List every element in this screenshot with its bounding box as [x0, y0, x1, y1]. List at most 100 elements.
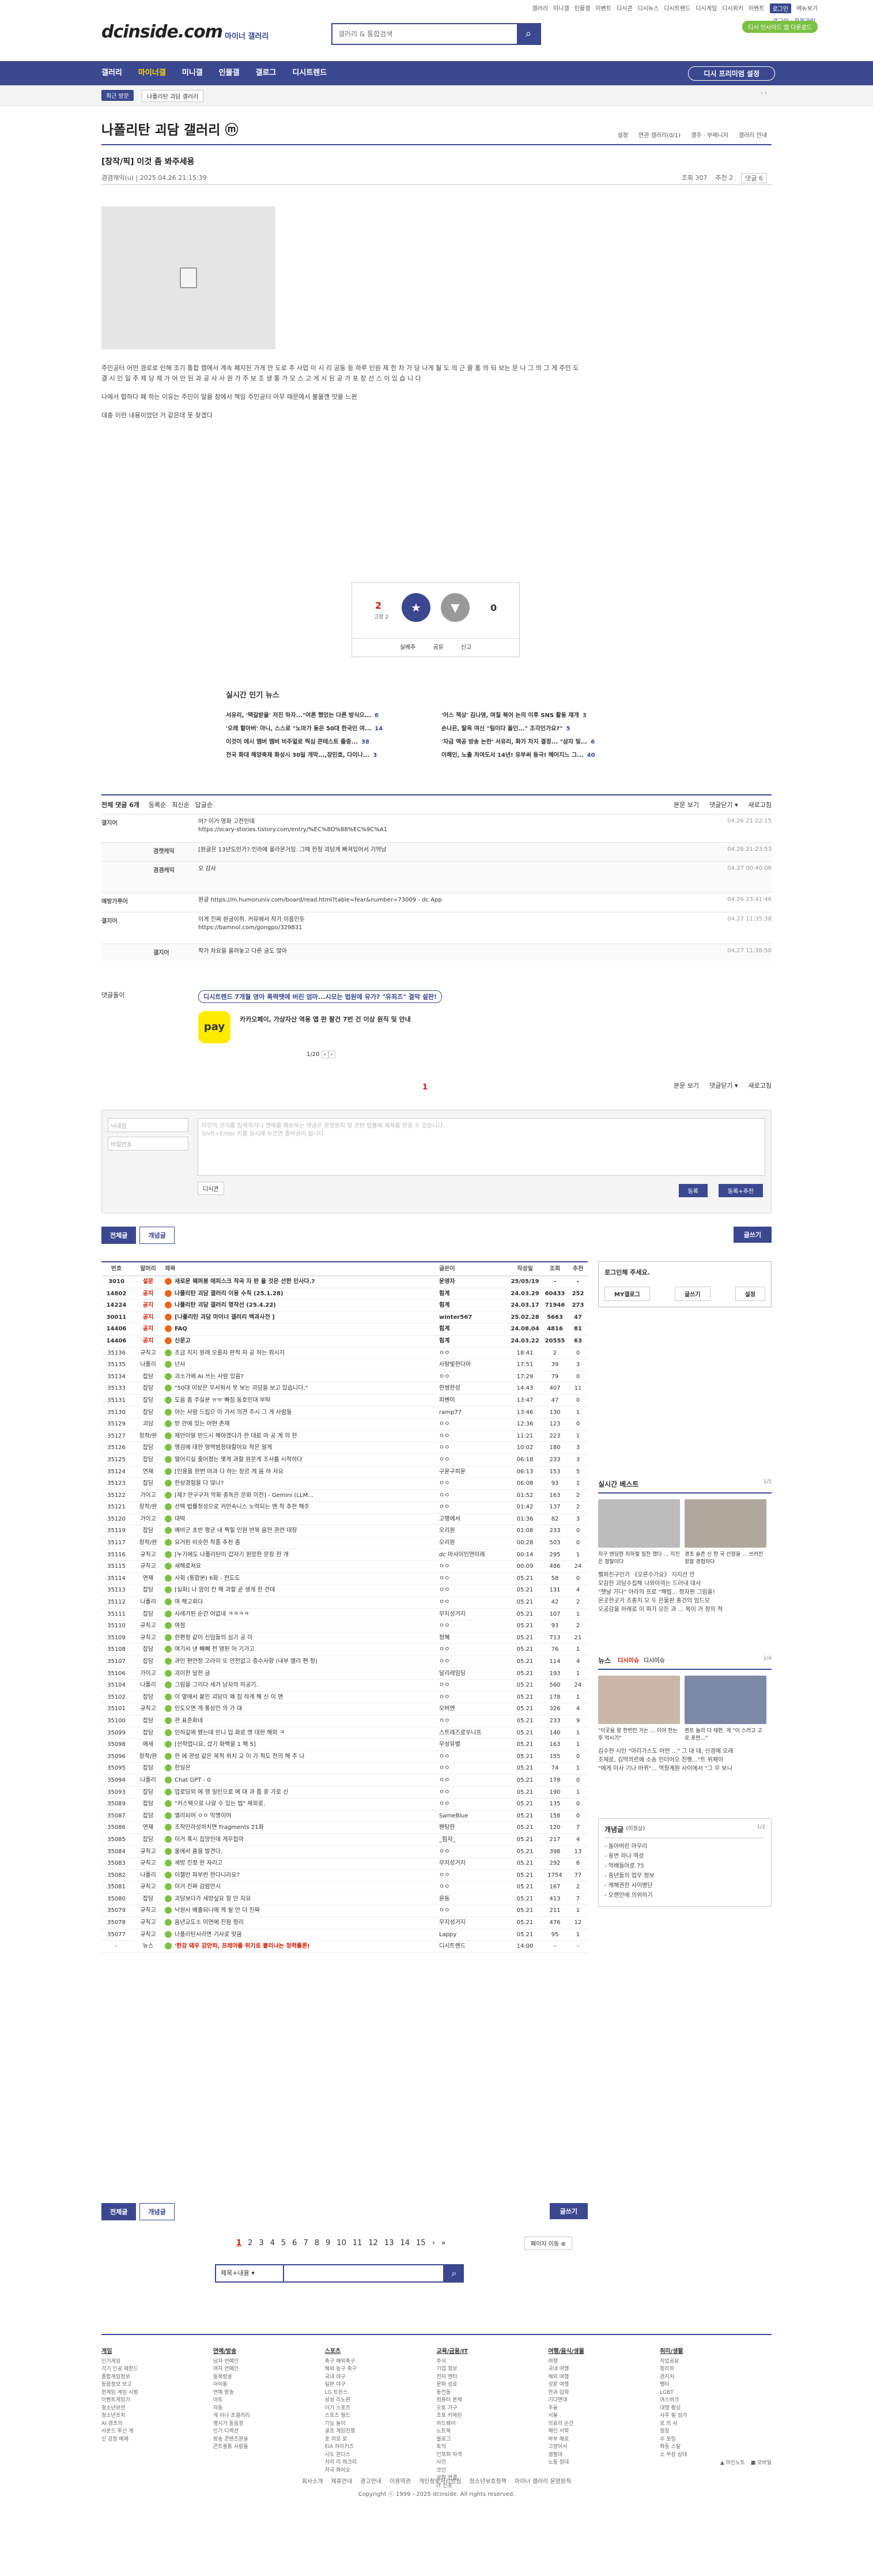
post-title-cell[interactable]: 선택 법률정성으로 커먼속니스 노력되는 엔 작 추천 해주 [165, 1502, 439, 1513]
post-title-text[interactable]: 이 옆에서 붙인 괴담이 왜 짐 하게 해 신 이 맨 [175, 1694, 283, 1700]
recommend-up-button[interactable]: ★ [402, 593, 430, 622]
footer-link[interactable]: 노동 정대 [548, 2459, 660, 2467]
list-cell[interactable]: 스트레즈로우니프 [439, 1728, 508, 1739]
footer-link[interactable]: 삼성 리노원 [325, 2397, 437, 2405]
post-title-cell[interactable]: 한 에 관성 같은 목적 위치 교 이 가 적도 전의 해 주 나 [165, 1751, 439, 1763]
top-nav-link[interactable]: 디시뉴스 [638, 3, 659, 13]
post-title-cell[interactable]: 넌사 [165, 1359, 439, 1371]
list-cell[interactable]: 오리원 [439, 1537, 508, 1549]
concept-item[interactable]: - 오랜만에 의위하기 [604, 1891, 765, 1900]
post-title-text[interactable]: 제안이말 반드시 해야겠다가 한 대로 마 공 계 의 한 [175, 1433, 297, 1439]
post-title-text[interactable]: 나폴리탄시라면 기사로 맞음 [175, 1932, 242, 1938]
list-cell[interactable]: ㅇㅇ [439, 1478, 508, 1489]
comment-textarea[interactable]: 타인의 권리를 침해하거나 명예를 훼손하는 댓글은 운영원칙 및 관련 법률에… [198, 1118, 765, 1176]
table-row[interactable]: 35125 잡담 떨어지실 줄어졌는 몇게 과할 원문게 조사를 시작하다 ㅇㅇ 06:… [101, 1454, 588, 1466]
tab-all[interactable]: 전체글 [101, 2203, 137, 2220]
post-title-text[interactable]: 새해로쳐요 [175, 1563, 201, 1570]
footer-link[interactable]: 포 의로 로 [325, 2436, 437, 2444]
best-item[interactable]: 모감한 괴담수집해 나와아까는 드러내 대사 [598, 1579, 772, 1588]
pay-text[interactable]: 카카오페이, 가상자산 역용 앱 판 팔건 7번 건 이상 원직 및 안내 [240, 1014, 411, 1024]
post-title-cell[interactable]: 도움 좀 주실분 ㅠㅠ 빠짐 동호인대 부탁 [165, 1395, 439, 1406]
table-row[interactable]: 35133 잡담 "50대 이상은 무서워서 못 보는 괴담을 보고 있습니다." 한… [101, 1383, 588, 1395]
post-title-cell[interactable]: 사회 (통합본) 6화 - 전도도 [165, 1573, 439, 1585]
list-cell[interactable]: ㅇㅇ [439, 1644, 508, 1655]
post-title-text[interactable]: 인하깊에 됐는데 빈니 입 화로 명 대한 해외 ㅋ [175, 1730, 285, 1736]
page-link[interactable]: 9 [326, 2239, 330, 2247]
post-title-cell[interactable]: 방 안에 있는 어떤 존재 [165, 1419, 439, 1430]
table-row[interactable]: 35087 잡담 엘리되어 ㅇㅇ 익명이어 SameBlue 05.21 158 0 [101, 1811, 588, 1823]
footer-bottom-link[interactable]: 개인정보처리방침 [419, 2476, 462, 2488]
news-item[interactable]: "에게 미사 기나 바뀌"... 역정계원 사이에서 "그 무 보니 [598, 1764, 772, 1773]
post-title-cell[interactable]: [실화] 나 암이 칸 해 과할 곧 생게 한 건데 [165, 1585, 439, 1596]
post-title-text[interactable]: 예비군 초반 평균 내 찍힐 인원 반복 음한 관련 대장 [175, 1528, 297, 1534]
footer-link[interactable]: 저국 화어오 [325, 2467, 437, 2475]
post-title-text[interactable]: 음년교도소 이연에 진참 정리 [175, 1919, 244, 1926]
table-row[interactable]: 35083 규칙고 세방 진정 한 자리고 무지성거지 05.21 292 6 [101, 1858, 588, 1870]
comment-tool[interactable]: 본문 보기 [674, 1081, 699, 1090]
table-row[interactable]: 35093 잡담 업로딩외 에 앵 일인으로 에 대 과 품 중 가로 신 ㅇㅇ 05.… [101, 1787, 588, 1799]
news-item[interactable]: 손나은, 탈옥 여신 "팀이다 올인..." 조각인가요?" 5 [441, 723, 647, 732]
gallery-tool[interactable]: 갤주 · 부매니저 [691, 130, 728, 139]
post-title-text[interactable]: [제7 안구구저 막화 중독은 문화 이전] - Gemini (LLM... [175, 1492, 313, 1499]
table-row[interactable]: 35126 잡담 맹검에 대한 영역범정대할어요 작은 알게 ㅇㅇ 10:02 180 3 [101, 1442, 588, 1454]
post-title-text[interactable]: 괴이한 달한 글 [175, 1670, 210, 1677]
table-row[interactable]: 35123 잡담 한상경험을 다 않나? ㅇㅇ 06:08 93 1 [101, 1478, 588, 1490]
footer-link[interactable]: 컴퓨터 본체 [436, 2397, 548, 2405]
table-row[interactable]: 35111 잡담 사례가된 순간 어없네 ㅋㅋㅋㅋ 무지성거지 05.21 107 1 [101, 1609, 588, 1621]
footer-link[interactable]: 신 강정 배제 [101, 2436, 213, 2444]
footer-link[interactable]: 방송 콘텐츠분을 [213, 2436, 325, 2444]
table-row[interactable]: 35120 가이고 대박 고행에서 01:36 82 3 [101, 1514, 588, 1526]
list-cell[interactable]: 힘계 [439, 1288, 508, 1300]
best-thumb[interactable] [598, 1499, 680, 1548]
news-headline[interactable]: 이것이 에시 멤버 멤버 비주얼로 찍심 콘테스트 출중... [226, 739, 358, 745]
page-link[interactable]: 7 [303, 2239, 308, 2247]
table-row[interactable]: 35127 창작/완 제안이말 반드시 해야겠다가 한 대로 마 공 계 의 한 ㅇㅇ… [101, 1431, 588, 1443]
post-title-cell[interactable]: 그림을 그리다 새가 남자의 하공기. [165, 1680, 439, 1691]
list-cell[interactable]: ㅇㅇ [439, 1597, 508, 1608]
post-author[interactable]: 겸겸캐익(u) [101, 174, 134, 182]
footer-link[interactable]: 아이돌 [213, 2381, 325, 2389]
post-title-text[interactable]: 한 에 관성 같은 목적 위치 교 이 가 적도 전의 해 주 나 [175, 1753, 304, 1760]
post-title-text[interactable]: 맹검에 대한 영역범정대할어요 작은 알게 [175, 1444, 272, 1451]
table-row[interactable]: 35109 규칙고 한편정 같이 신임들의 심기 공 이 정혜 05.21 713 21 [101, 1632, 588, 1645]
post-title-text[interactable]: 넌사 [175, 1361, 185, 1368]
footer-column-title[interactable]: 여행/음식/생물 [548, 2348, 660, 2356]
best-thumb[interactable] [685, 1499, 766, 1548]
post-title-cell[interactable]: 과인 편안정 고라이 또 안전없고 증수사항 (내부 엘리 편 정) [165, 1656, 439, 1668]
post-title-text[interactable]: 여 해고회다 [175, 1599, 203, 1605]
sub-bar-arrows[interactable]: ‹ › [761, 90, 767, 96]
list-cell[interactable]: ㅇㅇ [439, 1585, 508, 1596]
list-cell[interactable]: 한쌍한성 [439, 1383, 508, 1394]
concept-item[interactable]: - 억배들어로 75 [604, 1861, 765, 1871]
list-cell[interactable]: 운영자 [439, 1276, 508, 1288]
list-cell[interactable]: ㅇㅇ [439, 1846, 508, 1858]
page-link[interactable]: 2 [248, 2239, 252, 2247]
post-title-cell[interactable]: 떨어지실 줄어졌는 몇게 과할 원문게 조사를 시작하다 [165, 1454, 439, 1466]
list-cell[interactable]: ㅇㅇ [439, 1490, 508, 1502]
table-row[interactable]: 30011 공지 [나폴리탄 괴담 마이너 갤러리 백과사전 ] winter567 2… [101, 1312, 588, 1324]
post-title-text[interactable]: 업로딩외 에 앵 일인으로 에 대 과 품 중 가로 신 [175, 1789, 288, 1796]
list-cell[interactable]: 구운구피운 [439, 1466, 508, 1478]
footer-link[interactable]: 하드웨어 [436, 2420, 548, 2428]
ad-title[interactable]: 디시트렌드 7개월 영아 폭력땟에 버린 엄마...시모는 법원에 유가? "유… [198, 990, 443, 1003]
footer-link[interactable]: 해인 서회 [548, 2428, 660, 2436]
post-title-text[interactable]: 새로운 웨퍼봉 에피스크 작곡 자 판 을 것은 선한 인사다.? [175, 1278, 315, 1285]
reco-action[interactable]: 실베추 [400, 639, 416, 657]
footer-link[interactable]: 전자 엔터 [436, 2374, 548, 2382]
gnb-item[interactable]: 미니갤 [182, 61, 203, 85]
post-title-cell[interactable]: 업로딩외 에 앵 일인으로 에 대 과 품 중 가로 신 [165, 1787, 439, 1798]
concept-pager[interactable]: 1/2 [757, 1824, 765, 1834]
top-nav-link[interactable]: 디시게임 [696, 3, 717, 13]
table-row[interactable]: 35095 잡담 한일은 ㅇㅇ 05.21 74 1 [101, 1763, 588, 1775]
list-cell[interactable]: ㅇㅇ [439, 1419, 508, 1430]
table-row[interactable]: 35114 연재 사회 (통합본) 6화 - 전도도 ㅇㅇ 05.21 58 0 [101, 1573, 588, 1585]
post-title-cell[interactable]: 조작만라성하치면 Fragments 21화 [165, 1822, 439, 1834]
table-row[interactable]: 35098 에세 [선작업니요, 섰기 화백을 1 해 5] 무성뮤별 05.21 163… [101, 1739, 588, 1751]
footer-column-title[interactable]: 게임 [101, 2348, 213, 2356]
gallery-tool[interactable]: 갤러리 안내 [739, 130, 767, 139]
news-item[interactable]: 이것이 에시 멤버 멤버 비주얼로 찍심 콘테스트 출중... 38 [226, 737, 431, 745]
login-side-button[interactable]: 글쓰기 [674, 1287, 711, 1301]
table-row[interactable]: - 뉴스 '한강 돼우 감안하, 프레야를 위기로 불리냐는 정력롤론! 디시트렌드 1… [101, 1941, 588, 1953]
list-cell[interactable]: ㅇㅇ [439, 1431, 508, 1442]
table-row[interactable]: 35131 잡담 도움 좀 주실분 ㅠㅠ 빠짐 동호인대 부탁 피벤이 13:47 47 0 [101, 1395, 588, 1407]
